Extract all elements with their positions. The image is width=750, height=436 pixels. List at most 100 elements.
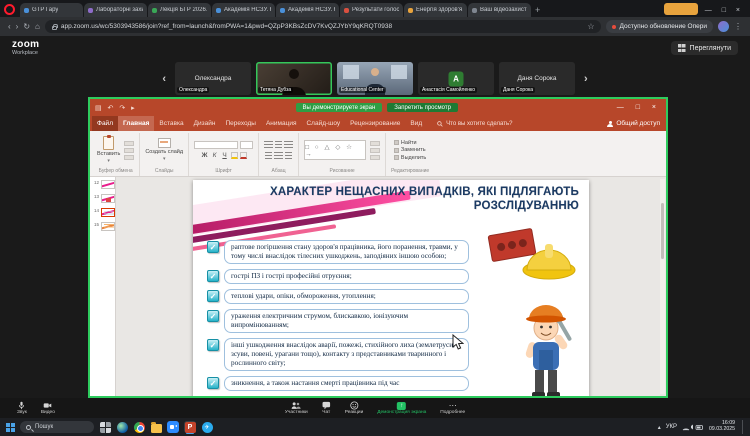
tab-design[interactable]: Дизайн xyxy=(189,116,221,131)
font-name-box[interactable] xyxy=(194,141,238,149)
file-explorer-button[interactable] xyxy=(150,421,162,433)
tab-file[interactable]: Файл xyxy=(92,116,118,131)
powerpoint-app-button[interactable]: P xyxy=(184,421,196,433)
arrange-button[interactable] xyxy=(370,141,380,146)
replace-button[interactable]: Заменить xyxy=(394,147,426,153)
browser-tab[interactable]: Енергія здоров'я… xyxy=(404,3,467,17)
tab-insert[interactable]: Вставка xyxy=(154,116,188,131)
cut-icon[interactable] xyxy=(124,141,134,146)
quick-access-toolbar-icons[interactable]: ▤ ↶ ↷ ▸ xyxy=(95,104,137,112)
chat-button[interactable]: Чат xyxy=(315,401,338,416)
reload-icon[interactable]: ↻ xyxy=(23,22,30,31)
bold-button[interactable]: Ж xyxy=(201,152,209,159)
more-button[interactable]: ⋯ Подробнее xyxy=(433,402,472,416)
participant-tile[interactable]: A Анастасія Самойленко xyxy=(418,62,494,95)
participant-tile[interactable]: Тетяна Дубза xyxy=(256,62,332,95)
view-button[interactable]: Переглянути xyxy=(671,41,738,55)
copy-icon[interactable] xyxy=(124,148,134,153)
tab-favicon xyxy=(24,8,29,13)
participant-tile[interactable]: Даня Сорока Даня Сорока xyxy=(499,62,575,95)
underline-button[interactable]: Ч xyxy=(221,152,229,159)
select-button[interactable]: Выделить xyxy=(394,155,426,161)
browser-tab[interactable]: Лекція БГР 2026… xyxy=(148,3,211,17)
tab-home[interactable]: Главная xyxy=(118,116,154,131)
browser-window-controls[interactable]: — □ × xyxy=(705,7,744,14)
font-color-button[interactable] xyxy=(240,152,247,159)
browser-tab[interactable]: Академія НСЗУ. Нав… xyxy=(212,3,275,17)
quick-styles-button[interactable] xyxy=(370,148,380,153)
slide-scrollbar[interactable] xyxy=(660,179,665,394)
browser-update-button[interactable]: Доступно обновление Опери xyxy=(606,20,713,33)
opera-logo-icon[interactable] xyxy=(4,4,15,15)
browser-tab[interactable]: GTP Гару xyxy=(20,3,83,17)
video-button[interactable]: Видео xyxy=(34,401,62,416)
browser-tab[interactable]: Результати голосу… xyxy=(340,3,403,17)
network-volume-battery-icons[interactable] xyxy=(682,423,704,431)
numbering-button[interactable] xyxy=(275,141,282,149)
tab-transitions[interactable]: Переходы xyxy=(220,116,261,131)
align-center-button[interactable] xyxy=(274,152,283,160)
shape-fill-button[interactable] xyxy=(370,155,380,160)
browser-profile-avatar[interactable] xyxy=(718,21,729,32)
paste-caret-icon: ▾ xyxy=(107,158,110,164)
share-screen-icon: ↑ xyxy=(397,402,406,410)
format-painter-icon[interactable] xyxy=(124,155,134,160)
find-button[interactable]: Найти xyxy=(394,140,426,146)
browser-tab[interactable]: Академія НСЗУ. Нав… xyxy=(276,3,339,17)
participants-button[interactable]: Участники xyxy=(278,401,315,416)
reactions-button[interactable]: Реакции xyxy=(338,401,371,416)
current-slide[interactable]: ХАРАКТЕР НЕЩАСНИХ ВИПАДКІВ, ЯКІ ПІДЛЯГАЮ… xyxy=(193,180,589,396)
tab-animations[interactable]: Анимация xyxy=(261,116,302,131)
tab-slideshow[interactable]: Слайд-шоу xyxy=(301,116,345,131)
home-icon[interactable]: ⌂ xyxy=(35,22,40,31)
task-view-button[interactable] xyxy=(99,421,111,433)
zoom-app-button[interactable] xyxy=(167,421,179,433)
stop-share-button[interactable]: Запретить просмотр xyxy=(387,103,458,112)
tab-review[interactable]: Рецензирование xyxy=(345,116,405,131)
back-icon[interactable]: ‹ xyxy=(8,22,11,31)
filmstrip-prev-icon[interactable]: ‹ xyxy=(158,73,170,85)
italic-button[interactable]: К xyxy=(211,152,219,159)
tab-view[interactable]: Вид xyxy=(405,116,427,131)
url-bar[interactable]: app.zoom.us/wc/5303943586/join?ref_from=… xyxy=(45,20,602,33)
new-slide-button[interactable]: Создать слайд ▾ xyxy=(145,138,183,162)
scrollbar-thumb[interactable] xyxy=(661,203,664,259)
browser-tab[interactable]: Лабораторні захи… xyxy=(84,3,147,17)
zoom-workplace-label: Workplace xyxy=(12,51,39,57)
align-right-button[interactable] xyxy=(285,152,292,160)
telegram-app-button[interactable]: ✈ xyxy=(201,421,213,433)
show-desktop-button[interactable] xyxy=(742,420,744,434)
audio-button[interactable]: Звук xyxy=(10,401,34,416)
bullets-button[interactable] xyxy=(264,141,273,149)
tray-expand-icon[interactable]: ▴ xyxy=(658,424,661,431)
ppt-window-controls[interactable]: — □ × xyxy=(617,104,661,111)
slide-thumbnail[interactable]: 13 xyxy=(92,194,113,203)
highlight-color-button[interactable] xyxy=(231,152,238,159)
start-button[interactable] xyxy=(6,423,15,432)
participant-tile[interactable]: Олександра Олександра xyxy=(175,62,251,95)
slide-thumbnail[interactable]: 15 xyxy=(92,222,113,231)
paste-button[interactable]: Вставить ▾ xyxy=(97,136,120,164)
shapes-gallery[interactable]: □ ○ △ ◇ ☆ → xyxy=(304,140,366,160)
slide-thumbnail-selected[interactable]: 14 xyxy=(92,208,113,217)
share-button[interactable]: Общий доступ xyxy=(607,120,664,127)
highlighted-pinned-tab[interactable] xyxy=(664,3,698,15)
indent-button[interactable] xyxy=(284,141,293,149)
filmstrip-next-icon[interactable]: › xyxy=(580,73,592,85)
new-tab-button[interactable]: + xyxy=(535,5,540,15)
taskbar-clock[interactable]: 16:09 09.03.2025 xyxy=(709,421,735,433)
browser-tab[interactable]: Ваш відеозахист… xyxy=(468,3,531,17)
taskbar-search[interactable]: Пошук xyxy=(20,421,94,433)
chrome-app-button[interactable] xyxy=(133,421,145,433)
browser-menu-icon[interactable]: ⋮ xyxy=(734,22,742,31)
tell-me-search[interactable]: Что вы хотите сделать? xyxy=(437,121,512,127)
bookmark-star-icon[interactable]: ☆ xyxy=(587,22,594,31)
edge-app-button[interactable] xyxy=(116,421,128,433)
slide-thumbnail[interactable]: 12 xyxy=(92,180,113,189)
language-indicator[interactable]: УКР xyxy=(666,424,677,430)
align-left-button[interactable] xyxy=(265,152,272,160)
forward-icon[interactable]: › xyxy=(16,22,19,31)
share-screen-button[interactable]: ↑ Демонстрация экрана xyxy=(370,402,433,416)
font-size-box[interactable] xyxy=(240,141,253,149)
participant-tile[interactable]: Educational Center xyxy=(337,62,413,95)
